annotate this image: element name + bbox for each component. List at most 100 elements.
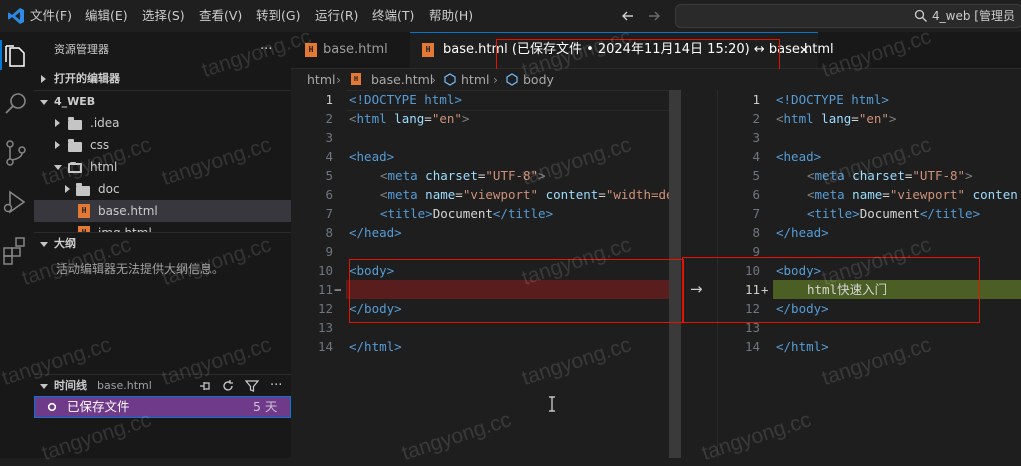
tree-item-html[interactable]: html (34, 156, 291, 178)
forward-arrow-icon[interactable] (646, 8, 662, 24)
menu-view[interactable]: 查看(V) (199, 0, 242, 32)
code-line: <meta charset="UTF-8"> (807, 168, 973, 183)
workspace-label: 4_WEB (54, 95, 96, 108)
line-number: 14 (744, 339, 760, 354)
outline-section[interactable]: 大纲 (34, 232, 291, 255)
tree-item-label: html (90, 160, 118, 174)
timeline-more-icon[interactable]: ··· (270, 375, 282, 397)
line-number: 7 (752, 206, 760, 221)
tree-item-base-html[interactable]: H base.html (34, 200, 291, 222)
title-bar: 文件(F) 编辑(E) 选择(S) 查看(V) 转到(G) 运行(R) 终端(T… (0, 0, 1021, 33)
outline-empty-message: 活动编辑器无法提供大纲信息。 (56, 262, 225, 276)
code-line: <meta name="viewport" conten (807, 187, 1018, 202)
folder-open-icon (68, 162, 82, 173)
open-editors-label: 打开的编辑器 (54, 72, 120, 85)
html-file-icon: H (422, 43, 434, 57)
tree-item-label: .idea (90, 116, 120, 130)
menu-help[interactable]: 帮助(H) (429, 0, 473, 32)
line-number: 3 (752, 130, 760, 145)
line-number: 5 (752, 168, 760, 183)
breadcrumb-separator: › (493, 72, 498, 87)
code-line: <!DOCTYPE html> (349, 92, 462, 107)
tree-item-label: base.html (98, 204, 158, 218)
folder-icon (76, 183, 90, 196)
breadcrumb-file[interactable]: base.html (371, 69, 433, 90)
pin-icon[interactable] (198, 379, 212, 393)
line-number: 6 (325, 187, 333, 202)
line-number: 3 (325, 130, 333, 145)
code-line: <meta name="viewport" content="width=dev (380, 187, 681, 202)
code-line: </html> (349, 339, 402, 354)
tree-item-doc[interactable]: doc (34, 178, 291, 200)
line-number: 5 (325, 168, 333, 183)
refresh-icon[interactable] (221, 379, 235, 393)
chevron-down-icon (40, 100, 48, 105)
explorer-sidebar: 资源管理器 ··· 打开的编辑器 4_WEB .idea css html do… (34, 32, 291, 458)
explorer-files-icon[interactable] (0, 42, 34, 70)
open-editors-section[interactable]: 打开的编辑器 (34, 68, 291, 90)
folder-icon (68, 117, 82, 130)
tab-label: base.html (323, 42, 388, 57)
line-number: 2 (325, 111, 333, 126)
more-actions-icon[interactable]: ··· (260, 32, 272, 68)
timeline-file: base.html (97, 379, 152, 392)
timeline-section[interactable]: 时间线 base.html ··· (34, 374, 291, 397)
menu-selection[interactable]: 选择(S) (142, 0, 185, 32)
explorer-title: 资源管理器 (54, 43, 109, 56)
line-number: 2 (752, 111, 760, 126)
close-icon[interactable]: ✕ (799, 32, 809, 68)
chevron-right-icon (65, 185, 70, 193)
tree-item-css[interactable]: css (34, 134, 291, 156)
chevron-right-icon (41, 75, 46, 83)
line-number: 14 (317, 339, 333, 354)
element-icon (506, 73, 518, 86)
tree-item-label: doc (98, 182, 120, 196)
line-number: 4 (752, 149, 760, 164)
source-control-icon[interactable] (0, 138, 34, 168)
extensions-icon[interactable] (0, 236, 34, 266)
timeline-entry-label: 已保存文件 (67, 399, 130, 414)
code-line: </head> (776, 225, 829, 240)
circle-icon (47, 402, 57, 412)
breadcrumb-element-html[interactable]: html (461, 69, 489, 90)
run-debug-icon[interactable] (0, 188, 34, 216)
diff-removed-marker: − (334, 282, 342, 297)
command-center-search[interactable]: 4_web [管理员 (675, 4, 1021, 28)
code-line: <!DOCTYPE html> (776, 92, 889, 107)
back-arrow-icon[interactable] (620, 8, 636, 24)
breadcrumb-folder[interactable]: html (307, 69, 335, 90)
menu-go[interactable]: 转到(G) (256, 0, 300, 32)
tree-item-idea[interactable]: .idea (34, 112, 291, 134)
line-number: 1 (325, 92, 333, 107)
line-number: 9 (325, 244, 333, 259)
menu-run[interactable]: 运行(R) (315, 0, 358, 32)
line-number: 13 (317, 320, 333, 335)
annotation-box-right (682, 257, 980, 323)
line-number: 10 (317, 263, 333, 278)
tree-item-label: img.html (98, 222, 152, 232)
workspace-section[interactable]: 4_WEB (34, 90, 291, 113)
code-line: <head> (776, 149, 822, 164)
line-number: 1 (752, 92, 760, 107)
search-text: 4_web [管理员 (932, 9, 1015, 23)
chevron-right-icon (55, 119, 60, 127)
line-number: 8 (325, 225, 333, 240)
code-line: </html> (776, 339, 829, 354)
timeline-entry[interactable]: 已保存文件 5 天 (34, 396, 291, 418)
menu-file[interactable]: 文件(F) (30, 0, 72, 32)
code-line: <title>Document</title> (807, 206, 981, 221)
code-line: <meta charset="UTF-8"> (380, 168, 546, 183)
menu-edit[interactable]: 编辑(E) (85, 0, 128, 32)
tree-item-img-html[interactable]: H img.html (34, 222, 291, 232)
search-sidebar-icon[interactable] (0, 90, 34, 118)
element-icon (444, 73, 456, 86)
breadcrumb-element-body[interactable]: body (523, 69, 554, 90)
line-number: 6 (752, 187, 760, 202)
breadcrumb-separator: › (431, 72, 436, 87)
menu-terminal[interactable]: 终端(T) (372, 0, 414, 32)
timeline-entry-age: 5 天 (253, 399, 278, 414)
tab-base-html[interactable]: H base.html (291, 32, 409, 68)
activity-bar (0, 32, 35, 458)
annotation-box-left (349, 259, 684, 323)
filter-icon[interactable] (245, 379, 259, 393)
